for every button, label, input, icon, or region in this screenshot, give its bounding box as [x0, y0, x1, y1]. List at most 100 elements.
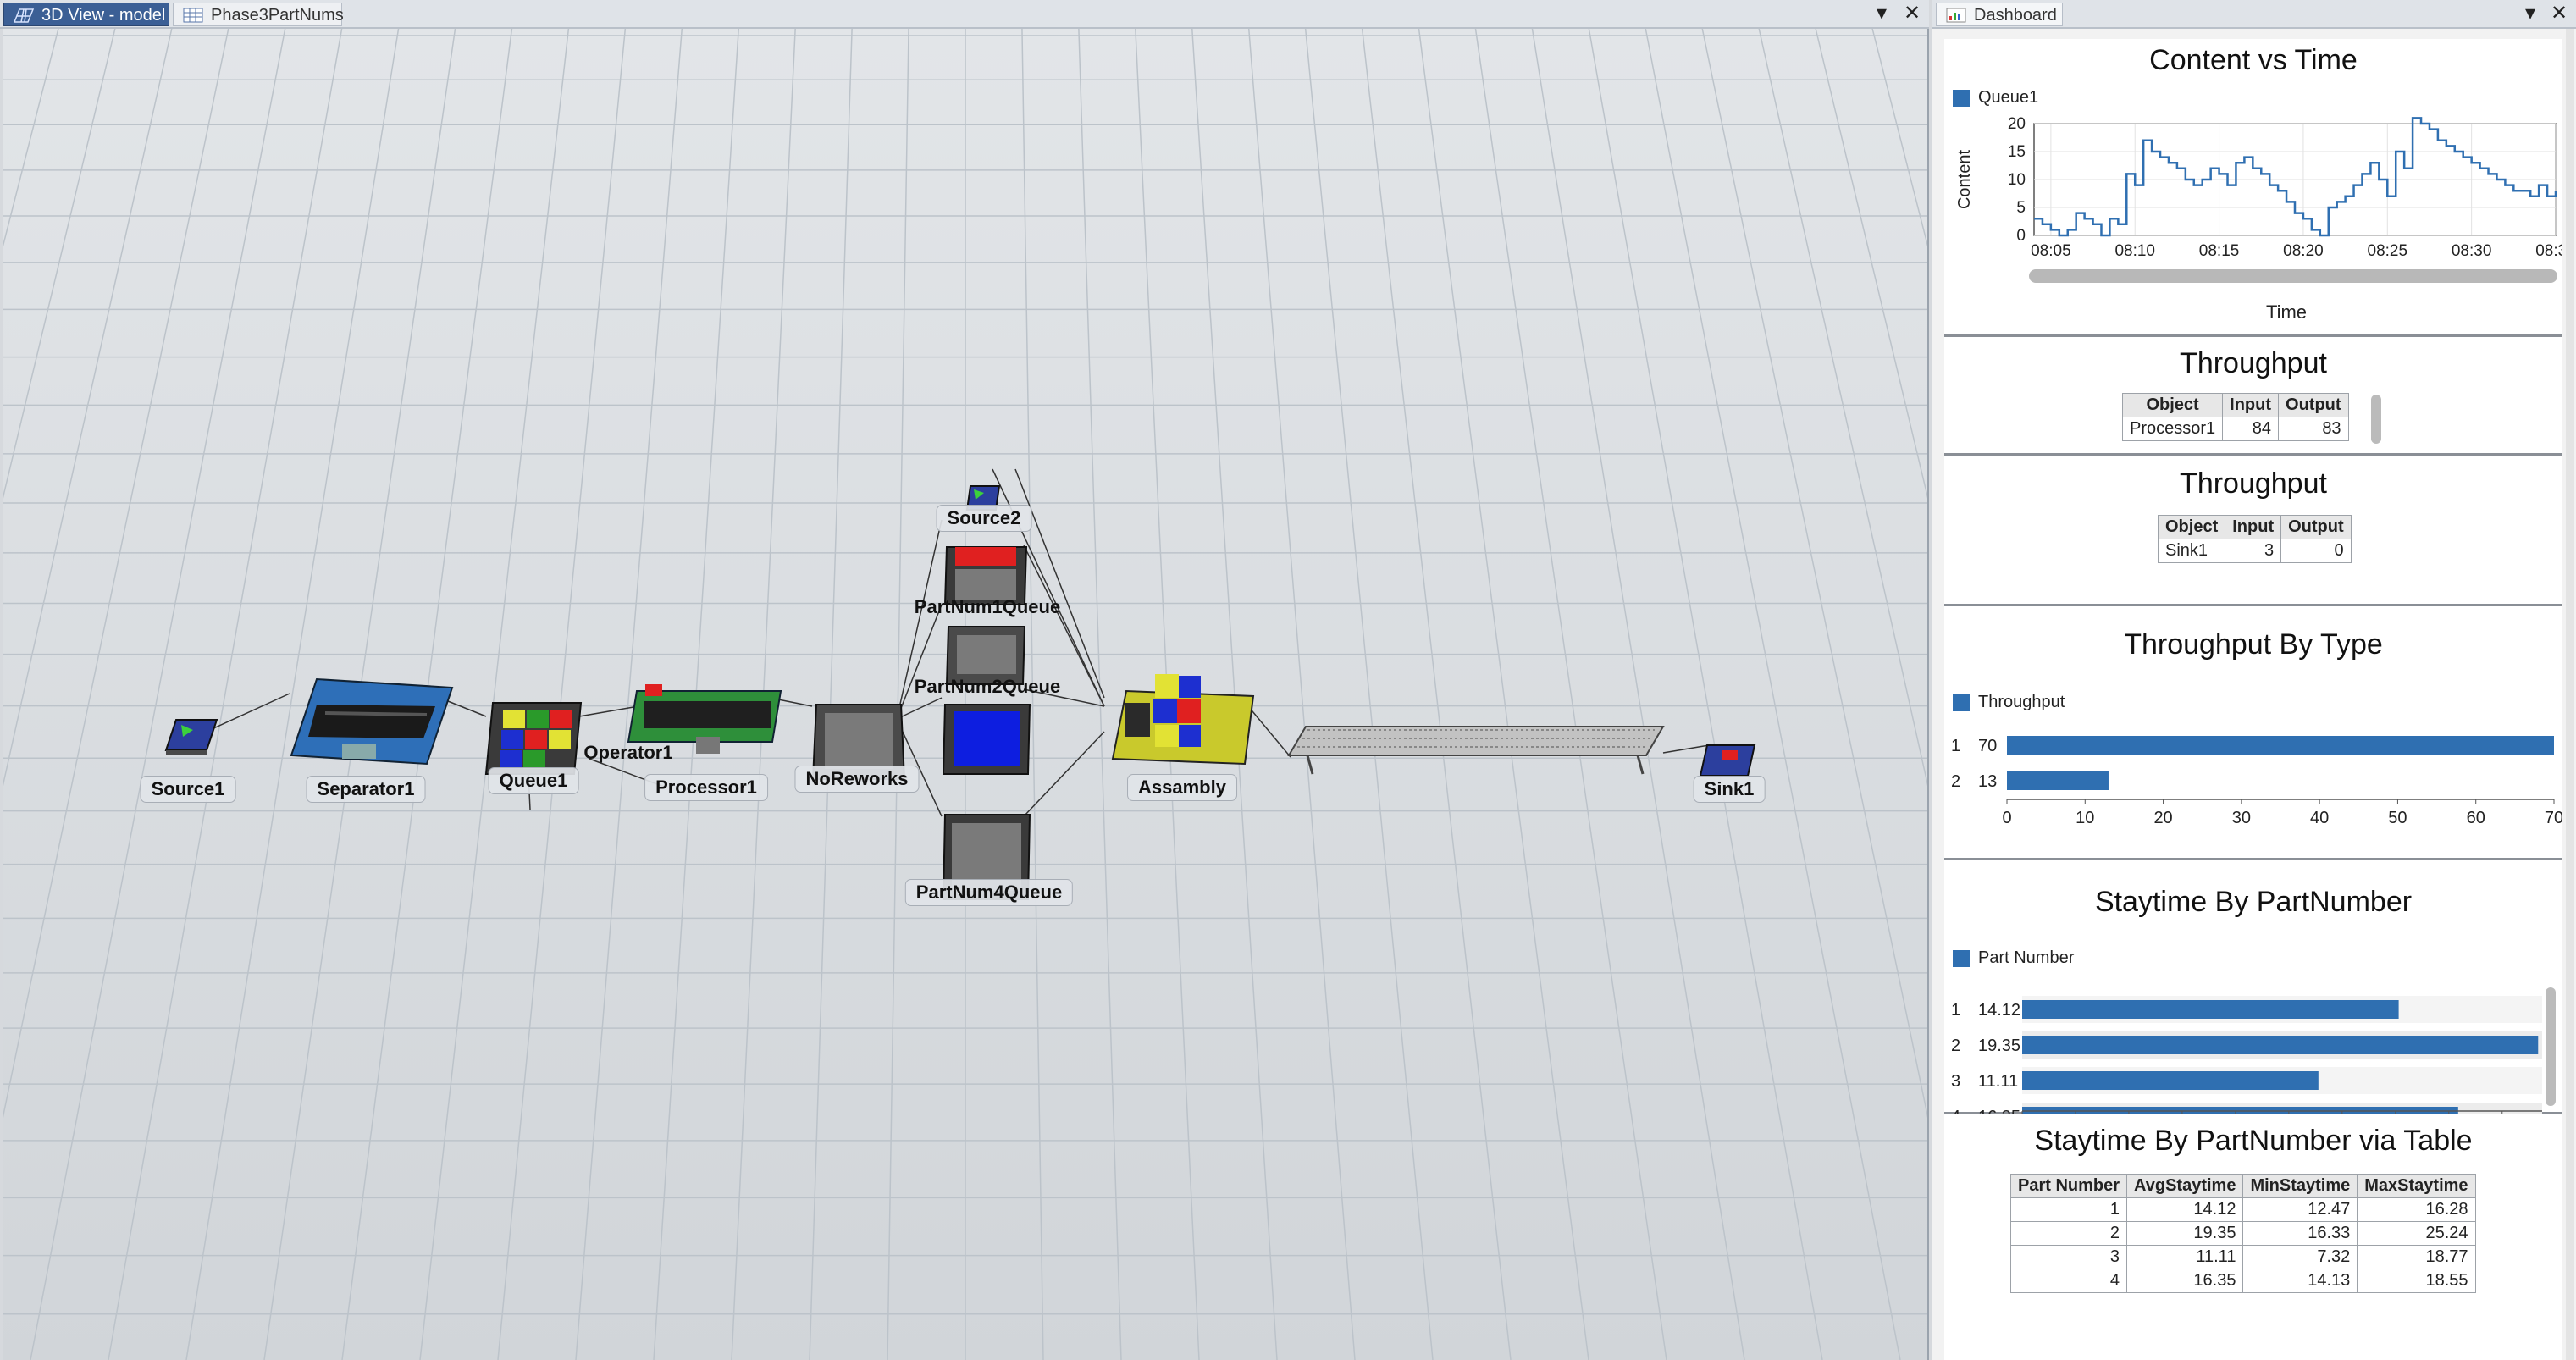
- tab-label: Dashboard: [1974, 6, 2057, 25]
- cell: Sink1: [2157, 539, 2226, 563]
- cell: 2: [2009, 1221, 2128, 1246]
- data-label: 13: [1978, 772, 1997, 791]
- data-label: 16.35: [1978, 1108, 2020, 1114]
- x-tick-label: 08:10: [2114, 242, 2155, 260]
- x-tick-label: 0: [2002, 809, 2011, 827]
- cell: 3: [2225, 539, 2282, 563]
- table-scrollbar[interactable]: [2371, 395, 2381, 444]
- tab-dropdown-button[interactable]: ▾: [1877, 2, 1887, 25]
- x-tick-label: 08:25: [2368, 242, 2408, 260]
- col-header: Output: [2278, 393, 2349, 417]
- dashboard-close-button[interactable]: ✕: [2551, 2, 2568, 25]
- x-tick-label: 50: [2388, 809, 2407, 827]
- x-tick-label: 30: [2232, 809, 2251, 827]
- label-separator1: Separator1: [306, 776, 426, 803]
- category-label: 1: [1951, 1001, 1960, 1020]
- staytime-table-panel: Staytime By PartNumber via Table Part Nu…: [1944, 1114, 2562, 1360]
- cell: 18.77: [2357, 1245, 2476, 1269]
- x-axis-label: Time: [2266, 301, 2307, 323]
- x-tick-label: 08:35: [2535, 242, 2562, 260]
- label-partnum1queue: PartNum1Queue: [914, 596, 1061, 617]
- category-label: 2: [1951, 1037, 1960, 1055]
- separator1-object[interactable]: [274, 662, 461, 772]
- tab-phase3partnums[interactable]: Phase3PartNums: [173, 3, 344, 26]
- legend-throughput: Throughput: [1953, 693, 2065, 711]
- cell: 84: [2222, 417, 2280, 441]
- label-sink1: Sink1: [1693, 776, 1766, 803]
- 3d-model-view[interactable]: Source1 Separator1 Queue1 Operator1 Proc…: [3, 29, 1929, 1360]
- dashboard-icon: [1946, 8, 1966, 23]
- conveyor-object[interactable]: [1282, 721, 1672, 781]
- col-header: Input: [2225, 515, 2282, 539]
- col-header: Output: [2280, 515, 2352, 539]
- cell: 14.13: [2242, 1269, 2358, 1293]
- x-tick-label: 08:20: [2283, 242, 2324, 260]
- cell: 16.33: [2242, 1221, 2358, 1246]
- col-header: Part Number: [2009, 1174, 2128, 1198]
- x-tick-label: 08:05: [2031, 242, 2071, 260]
- bar: [2007, 771, 2109, 790]
- data-label: 11.11: [1978, 1072, 2018, 1091]
- label-assambly: Assambly: [1127, 774, 1237, 801]
- tab-3d-view[interactable]: 3D View - model: [3, 3, 169, 26]
- left-tab-bar: 3D View - model Phase3PartNums ▾ ✕: [0, 0, 1929, 29]
- x-tick-label: 60: [2467, 809, 2485, 827]
- data-label: 14.12: [1978, 1001, 2020, 1020]
- throughput-by-type-panel: Throughput By Type Throughput 1 70 2 13 0 10 2…: [1944, 606, 2562, 860]
- x-tick-label: 10: [2076, 809, 2094, 827]
- throughput-panel-1: Throughput Object Input Output Processor1 8…: [1944, 337, 2562, 456]
- dashboard-scrollbar[interactable]: [2566, 29, 2574, 1360]
- cell: 83: [2278, 417, 2349, 441]
- data-label: 70: [1978, 737, 1997, 755]
- label-source2: Source2: [936, 505, 1032, 532]
- cell: 12.47: [2242, 1197, 2358, 1222]
- legend-swatch: [1953, 90, 1970, 107]
- panel-title: Content vs Time: [2149, 44, 2358, 76]
- right-tab-bar: Dashboard ▾ ✕: [1932, 0, 2576, 29]
- source1-object[interactable]: [163, 713, 222, 757]
- category-label: 1: [1951, 737, 1960, 755]
- cell: 7.32: [2242, 1245, 2358, 1269]
- y-tick-label: 20: [2008, 115, 2026, 133]
- tab-dashboard[interactable]: Dashboard: [1936, 3, 2063, 26]
- dashboard-dropdown-button[interactable]: ▾: [2525, 2, 2535, 25]
- table-header-row: Part Number AvgStaytime MinStaytime MaxS…: [2009, 1174, 2476, 1198]
- bar: [2007, 736, 2554, 755]
- cell: 4: [2009, 1269, 2128, 1293]
- content-vs-time-panel: Content vs Time Queue1 08:05 08:10 08:15 08…: [1944, 39, 2562, 337]
- panel-title: Throughput: [2180, 347, 2327, 379]
- y-tick-label: 5: [2016, 199, 2026, 217]
- partnum3queue-object[interactable]: [940, 701, 1033, 777]
- col-header: MinStaytime: [2242, 1174, 2358, 1198]
- table-icon: [183, 8, 203, 23]
- category-label: 3: [1951, 1072, 1960, 1091]
- close-view-button[interactable]: ✕: [1904, 2, 1921, 25]
- y-tick-label: 0: [2016, 227, 2026, 245]
- col-header: Object: [2121, 393, 2224, 417]
- throughput-table-1: Object Input Output Processor1 84 83: [2121, 393, 2349, 441]
- panel-title: Throughput: [2180, 467, 2327, 500]
- x-tick-label: 08:15: [2199, 242, 2240, 260]
- legend-part-number: Part Number: [1953, 948, 2074, 967]
- cell: 18.55: [2357, 1269, 2476, 1293]
- label-operator1: Operator1: [583, 742, 673, 763]
- table-row: 2 19.35 16.33 25.24: [2009, 1221, 2476, 1246]
- content-line-chart[interactable]: 08:05 08:10 08:15 08:20 08:25 08:30 08:35 0 5 10 1…: [1944, 108, 2562, 337]
- grid-view-icon: [13, 8, 35, 23]
- cell: 3: [2009, 1245, 2128, 1269]
- bar: [2022, 1036, 2539, 1054]
- staytime-chart[interactable]: 114.12219.35311.11416.35024681012141618: [1944, 967, 2562, 1114]
- throughput-by-type-chart[interactable]: 1 70 2 13 0 10 20 30 40 50 60 70: [1944, 715, 2562, 859]
- category-label: 4: [1951, 1108, 1960, 1114]
- time-scrollbar: [2029, 269, 2557, 283]
- cell: 25.24: [2357, 1221, 2476, 1246]
- table-row: Processor1 84 83: [2121, 417, 2349, 441]
- legend-swatch: [1953, 950, 1970, 967]
- tab-label: Phase3PartNums: [211, 6, 344, 25]
- table-row: Sink1 3 0: [2157, 539, 2352, 563]
- label-queue1: Queue1: [488, 767, 579, 794]
- tab-label: 3D View - model: [41, 6, 166, 25]
- staytime-panel: Staytime By PartNumber Part Number 1 14.1…: [1944, 860, 2562, 1114]
- assambly-object[interactable]: [1104, 666, 1265, 776]
- col-header: Object: [2157, 515, 2226, 539]
